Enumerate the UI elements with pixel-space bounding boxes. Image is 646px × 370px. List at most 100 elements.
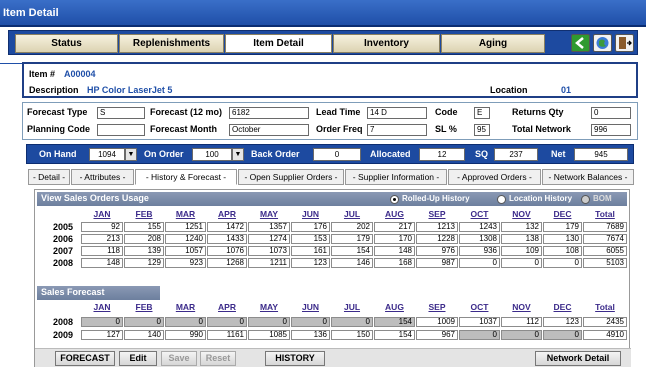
forecast-month-field[interactable]: October [229,124,309,136]
code-field[interactable]: E [474,107,490,119]
on-order-field[interactable]: 100 [192,148,232,161]
tab-inventory[interactable]: Inventory [333,34,440,53]
table-cell: 5103 [583,258,627,268]
subtab-history-forecast[interactable]: - History & Forecast - [135,169,237,185]
tab-replenishments[interactable]: Replenishments [119,34,224,53]
forecast-type-label: Forecast Type [27,107,88,117]
table-cell: 132 [501,222,542,232]
edit-button[interactable]: Edit [119,351,157,366]
network-detail-button[interactable]: Network Detail [535,351,621,366]
tab-item-detail[interactable]: Item Detail [225,34,332,53]
table-cell: 1274 [248,234,290,244]
on-hand-label: On Hand [39,149,77,159]
forecast-12mo-field[interactable]: 6182 [229,107,309,119]
back-order-label: Back Order [251,149,300,159]
month-header: Total [595,209,615,219]
location-history-radio[interactable] [497,195,506,204]
exit-door-icon[interactable] [615,34,634,52]
lead-time-label: Lead Time [316,107,361,117]
table-cell: 154 [331,246,373,256]
month-header: MAY [259,209,279,219]
button-bar: FORECAST Edit Save Reset HISTORY Network… [35,348,631,367]
month-header: DEC [553,209,572,219]
sales-forecast-title: Sales Forecast [41,287,105,297]
sq-field[interactable]: 237 [494,148,538,161]
total-network-label: Total Network [512,124,571,134]
order-freq-field[interactable]: 7 [367,124,427,136]
back-order-field[interactable]: 0 [313,148,361,161]
bom-radio[interactable] [581,195,590,204]
planning-code-field[interactable] [97,124,145,136]
table-cell: 967 [416,330,458,340]
returns-qty-field[interactable]: 0 [591,107,631,119]
table-cell: 1240 [165,234,206,244]
table-cell: 1357 [248,222,290,232]
month-header: JUN [301,302,319,312]
reset-button[interactable]: Reset [200,351,236,366]
table-cell: 7689 [583,222,627,232]
sales-usage-header: View Sales Orders Usage Rolled-Up Histor… [37,192,627,206]
table-cell: 154 [374,330,415,340]
subtab-attributes[interactable]: - Attributes - [71,169,134,185]
on-hand-dropdown-icon[interactable]: ▼ [125,148,137,161]
table-cell: 990 [165,330,206,340]
item-number-label: Item # [29,69,56,79]
month-header: FEB [135,209,153,219]
subtab-detail[interactable]: - Detail - [28,169,70,185]
save-button[interactable]: Save [161,351,197,366]
month-header: APR [218,302,236,312]
table-cell: 1161 [207,330,247,340]
on-order-dropdown-icon[interactable]: ▼ [232,148,244,161]
table-cell: 0 [501,330,542,340]
table-cell: 108 [543,246,582,256]
subtab-open-supplier-orders[interactable]: - Open Supplier Orders - [238,169,344,185]
table-cell: 202 [331,222,373,232]
returns-qty-label: Returns Qty [512,107,564,117]
history-button[interactable]: HISTORY [265,351,325,366]
table-cell: 129 [124,258,164,268]
table-cell: 109 [501,246,542,256]
month-header: Total [595,302,615,312]
on-hand-field[interactable]: 1094 [89,148,125,161]
subtab-supplier-information[interactable]: - Supplier Information - [345,169,447,185]
table-cell: 208 [124,234,164,244]
lead-time-field[interactable]: 14 D [367,107,427,119]
table-cell: 112 [501,317,542,327]
on-order-label: On Order [144,149,184,159]
table-cell: 0 [543,258,582,268]
allocated-field[interactable]: 12 [419,148,465,161]
table-cell: 1009 [416,317,458,327]
forecast-type-field[interactable]: S [97,107,145,119]
history-forecast-panel: View Sales Orders Usage Rolled-Up Histor… [34,189,631,367]
table-cell: 213 [81,234,123,244]
month-header: MAR [175,209,196,219]
table-cell: 0 [124,317,164,327]
net-field[interactable]: 945 [574,148,628,161]
total-network-field[interactable]: 996 [591,124,631,136]
table-cell: 161 [291,246,330,256]
table-cell: 0 [165,317,206,327]
net-label: Net [551,149,566,159]
globe-icon[interactable] [593,34,612,52]
table-cell: 0 [501,258,542,268]
table-cell: 176 [291,222,330,232]
subtab-network-balances[interactable]: - Network Balances - [542,169,634,185]
table-cell: 1076 [207,246,247,256]
planning-code-label: Planning Code [27,124,90,134]
table-cell: 118 [81,246,123,256]
table-cell: 1243 [459,222,500,232]
table-cell: 0 [331,317,373,327]
tab-aging[interactable]: Aging [441,34,545,53]
table-cell: 7674 [583,234,627,244]
tab-status[interactable]: Status [15,34,118,53]
table-cell: 1073 [248,246,290,256]
rolled-up-radio[interactable] [390,195,399,204]
back-arrow-icon[interactable] [571,34,590,52]
subtab-approved-orders[interactable]: - Approved Orders - [448,169,541,185]
sales-forecast-header: Sales Forecast [37,286,160,300]
sl-field[interactable]: 95 [474,124,490,136]
month-header: FEB [135,302,153,312]
code-label: Code [435,107,458,117]
forecast-button[interactable]: FORECAST [55,351,115,366]
month-header: SEP [428,209,446,219]
